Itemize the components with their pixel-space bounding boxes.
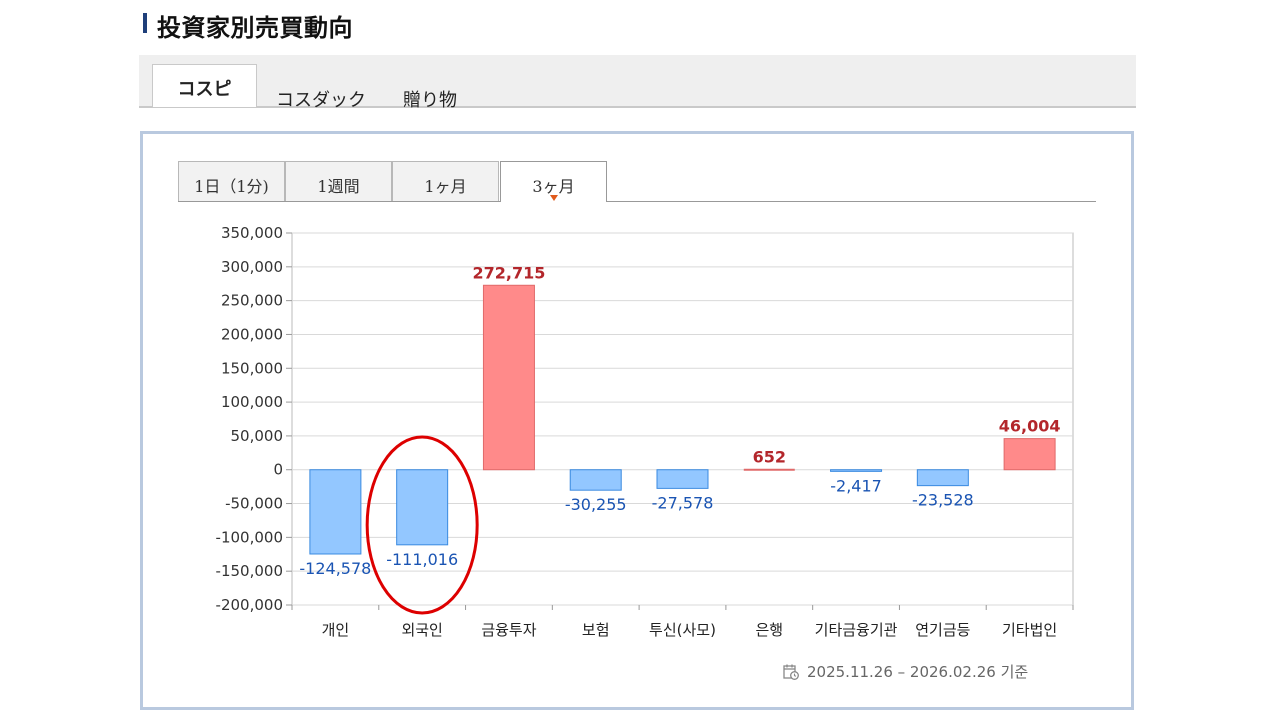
x-category-label: 보험 <box>582 621 610 639</box>
y-tick-label: 300,000 <box>221 258 283 276</box>
bar-value-label: 46,004 <box>999 417 1061 436</box>
y-tick-label: -150,000 <box>216 562 283 580</box>
y-tick-label: 200,000 <box>221 325 283 343</box>
y-tick-label: -100,000 <box>216 528 283 546</box>
bar-value-label: -111,016 <box>386 550 458 569</box>
bar-value-label: -27,578 <box>652 493 714 512</box>
footer: 2025.11.26 – 2026.02.26 기준 <box>783 661 1028 682</box>
bar <box>656 469 709 489</box>
x-category-label: 투신(사모) <box>649 621 716 639</box>
date-range-text: 2025.11.26 – 2026.02.26 기준 <box>807 663 1029 681</box>
y-tick-label: 0 <box>273 461 283 479</box>
bar <box>1003 438 1056 471</box>
bar <box>396 469 449 546</box>
x-category-label: 기타금융기관 <box>815 621 898 639</box>
bar-value-label: -2,417 <box>830 476 882 495</box>
calendar-clock-icon <box>783 664 799 680</box>
bar <box>830 469 883 472</box>
y-tick-label: 250,000 <box>221 292 283 310</box>
bar-value-label: -124,578 <box>299 559 371 578</box>
y-tick-label: -200,000 <box>216 596 283 614</box>
y-tick-label: -50,000 <box>225 495 283 513</box>
bar <box>569 469 622 491</box>
bar <box>309 469 362 555</box>
bar-value-label: 272,715 <box>473 263 546 282</box>
y-tick-label: 100,000 <box>221 393 283 411</box>
bar-value-label: 652 <box>753 447 786 466</box>
x-category-label: 금융투자 <box>481 621 536 639</box>
x-category-label: 연기금등 <box>915 621 970 639</box>
x-category-label: 개인 <box>322 621 350 639</box>
y-tick-label: 50,000 <box>231 427 284 445</box>
y-tick-label: 350,000 <box>221 224 283 242</box>
bar-value-label: -23,528 <box>912 491 974 510</box>
x-category-label: 은행 <box>755 621 783 639</box>
y-tick-label: 150,000 <box>221 359 283 377</box>
bar <box>482 284 535 471</box>
bar-value-label: -30,255 <box>565 495 627 514</box>
investor-trading-chart: 350,000 300,000 250,000 200,000 150,000 100,0… <box>216 224 1074 639</box>
bar <box>916 469 969 487</box>
x-category-label: 기타법인 <box>1002 621 1057 639</box>
x-category-label: 외국인 <box>401 621 442 639</box>
